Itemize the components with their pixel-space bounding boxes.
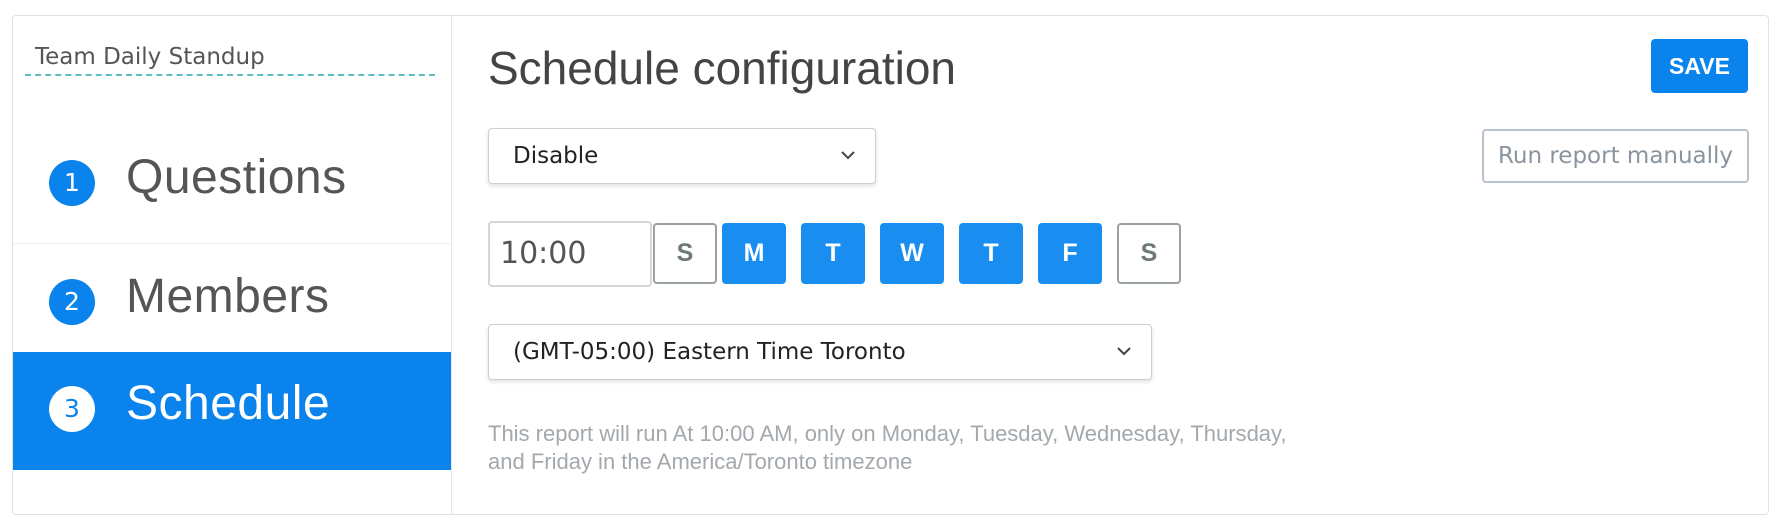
schedule-description-line: and Friday in the America/Toronto timezo… (488, 449, 913, 474)
sidebar-step-members[interactable]: 2 Members (13, 245, 451, 363)
sidebar-step-schedule[interactable]: 3 Schedule (13, 352, 451, 470)
day-toggle-friday[interactable]: F (1038, 223, 1102, 284)
schedule-description: This report will run At 10:00 AM, only o… (488, 420, 1308, 476)
timezone-select-value: (GMT-05:00) Eastern Time Toronto (513, 339, 906, 365)
page-title: Schedule configuration (488, 42, 956, 94)
main-panel: Schedule configuration SAVE Disable Run … (453, 16, 1768, 514)
step-number-badge: 3 (49, 386, 95, 432)
project-title: Team Daily Standup (25, 36, 435, 76)
day-toggle-sunday[interactable]: S (653, 223, 717, 284)
time-input[interactable]: 10:00 (488, 221, 652, 287)
sidebar-step-questions[interactable]: 1 Questions (13, 126, 451, 244)
step-label: Questions (126, 151, 347, 204)
status-select-value: Disable (513, 143, 599, 169)
day-toggle-thursday[interactable]: T (959, 223, 1023, 284)
schedule-description-line: This report will run At 10:00 AM, only o… (488, 421, 1287, 446)
day-toggle-monday[interactable]: M (722, 223, 786, 284)
status-select[interactable]: Disable (488, 128, 876, 184)
day-toggle-tuesday[interactable]: T (801, 223, 865, 284)
save-button[interactable]: SAVE (1651, 39, 1748, 93)
run-report-manually-button[interactable]: Run report manually (1482, 129, 1749, 183)
day-toggle-saturday[interactable]: S (1117, 223, 1181, 284)
sidebar: Team Daily Standup 1 Questions 2 Members… (13, 16, 452, 514)
chevron-down-icon (1117, 325, 1131, 379)
step-number-badge: 1 (49, 160, 95, 206)
chevron-down-icon (841, 129, 855, 183)
day-toggle-wednesday[interactable]: W (880, 223, 944, 284)
step-label: Members (126, 270, 330, 323)
app-frame: Team Daily Standup 1 Questions 2 Members… (12, 15, 1769, 515)
step-label: Schedule (126, 377, 331, 430)
timezone-select[interactable]: (GMT-05:00) Eastern Time Toronto (488, 324, 1152, 380)
step-number-badge: 2 (49, 279, 95, 325)
